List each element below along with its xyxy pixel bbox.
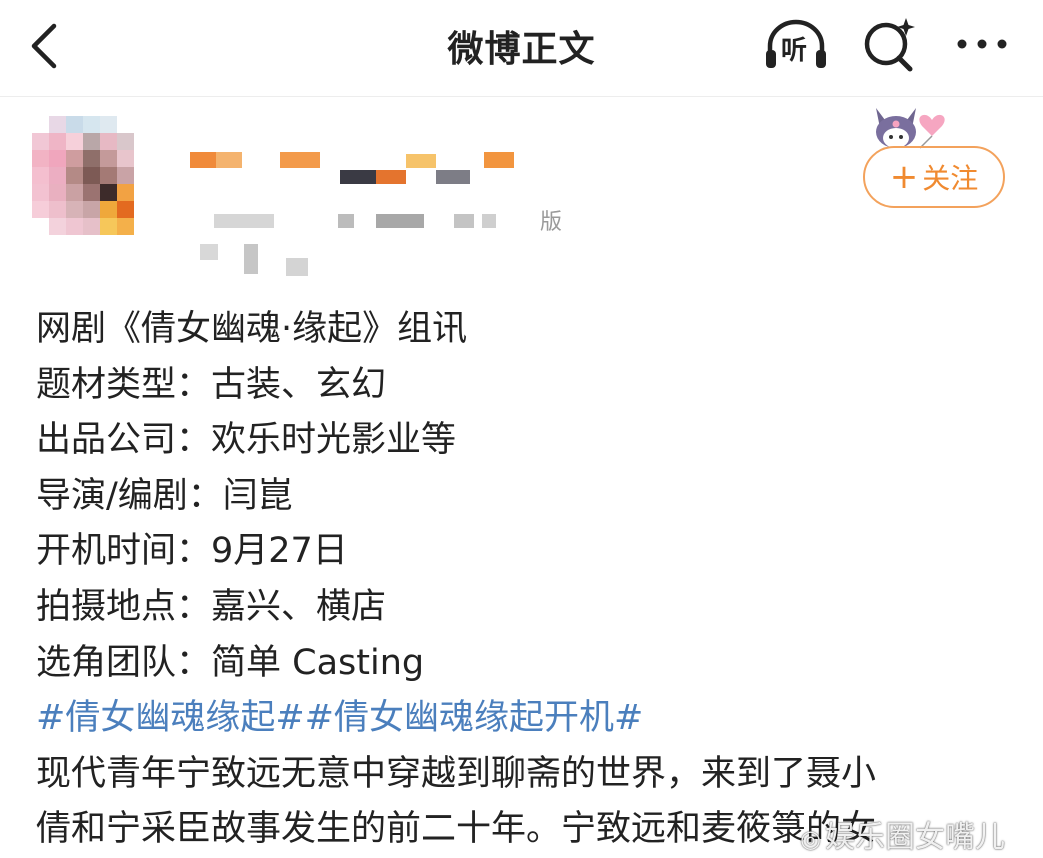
post-line: 开机时间：9月27日 <box>36 531 348 572</box>
plus-icon: + <box>889 157 919 197</box>
watermark: ◎ 娱乐圈女嘴儿 <box>800 812 1005 856</box>
top-nav-bar: 微博正文 听 <box>0 0 1043 97</box>
listen-label: 听 <box>781 36 808 66</box>
follow-button[interactable]: + 关注 <box>863 146 1005 208</box>
search-sparkle-icon[interactable] <box>860 14 920 72</box>
post-line: 导演/编剧：闫崑 <box>36 475 293 516</box>
weibo-logo-icon: ◎ <box>800 825 821 853</box>
watermark-text: 娱乐圈女嘴儿 <box>824 820 1005 855</box>
listen-button[interactable]: 听 <box>762 16 830 72</box>
author-meta-suffix: 版 <box>540 210 563 235</box>
post-line: 出品公司：欢乐时光影业等 <box>36 420 457 461</box>
follow-label: 关注 <box>922 162 979 195</box>
more-dots-icon[interactable] <box>952 26 1012 62</box>
post-content: 网剧《倩女幽魂·缘起》组讯 题材类型：古装、玄幻 出品公司：欢乐时光影业等 导演… <box>36 302 1026 858</box>
post-line: 选角团队：简单 Casting <box>36 642 425 683</box>
post-line: 题材类型：古装、玄幻 <box>36 364 387 405</box>
post-line: 现代青年宁致远无意中穿越到聊斋的世界，来到了聂小 <box>36 753 877 794</box>
post-line: 拍摄地点：嘉兴、横店 <box>36 586 387 627</box>
topic-row: #倩女幽魂缘起##倩女幽魂缘起开机# <box>36 691 1026 747</box>
topic-link[interactable]: #倩女幽魂缘起# <box>36 698 305 738</box>
topic-link[interactable]: #倩女幽魂缘起开机# <box>305 698 644 738</box>
avatar[interactable] <box>32 116 148 250</box>
author-name-blurred[interactable] <box>190 148 530 188</box>
post-line: 网剧《倩女幽魂·缘起》组讯 <box>36 309 468 349</box>
